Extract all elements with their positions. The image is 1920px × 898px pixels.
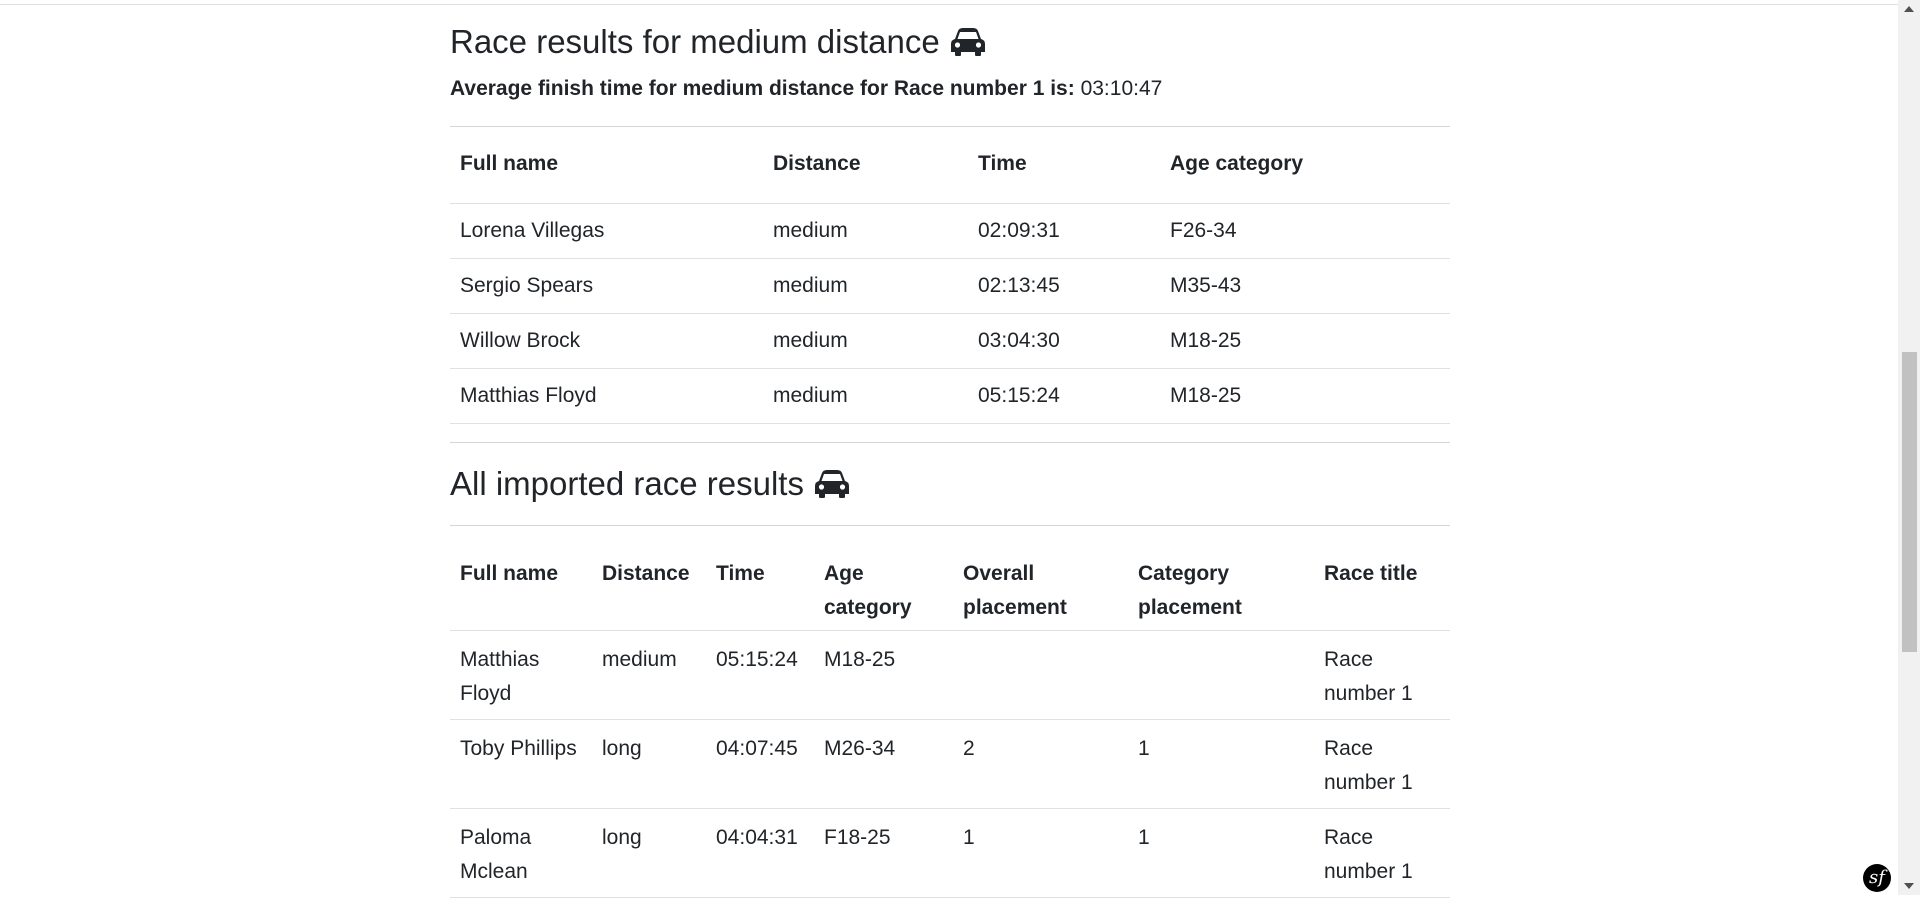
column-header: Distance [763, 127, 968, 204]
column-header: Full name [450, 127, 763, 204]
cell-time: 05:15:24 [706, 630, 814, 720]
table-row: Matthias Floyd medium 05:15:24 M18-25 [450, 368, 1450, 424]
cell-age-category: M18-25 [814, 630, 953, 720]
column-header: Full name [450, 526, 592, 631]
section-title-medium: Race results for medium distance [450, 22, 986, 62]
cell-full-name: Willow Brock [450, 313, 763, 369]
table-header-row: Full name Distance Time Age category [450, 127, 1450, 204]
cell-distance: long [592, 719, 706, 809]
table-row: Matthias Floyd medium 05:15:24 M18-25 Ra… [450, 630, 1450, 720]
car-icon [950, 27, 985, 56]
column-header: Category placement [1128, 526, 1314, 631]
divider [450, 442, 1450, 443]
table-row: Willow Brock medium 03:04:30 M18-25 [450, 313, 1450, 369]
cell-time: 04:07:45 [706, 719, 814, 809]
cell-full-name: Matthias Floyd [450, 630, 592, 720]
column-header: Age category [814, 526, 953, 631]
table-row: Toby Phillips long 04:07:45 M26-34 2 1 R… [450, 719, 1450, 809]
cell-category-placement: 1 [1128, 808, 1314, 898]
cell-time: 02:13:45 [968, 258, 1160, 314]
cell-category-placement: 1 [1128, 719, 1314, 809]
column-header: Age category [1160, 127, 1450, 204]
table-row: Sergio Spears medium 02:13:45 M35-43 [450, 258, 1450, 314]
cell-time: 03:04:30 [968, 313, 1160, 369]
cell-race-title: Race number 1 [1314, 808, 1450, 898]
vertical-scrollbar[interactable] [1898, 0, 1920, 895]
column-header: Overall placement [953, 526, 1128, 631]
cell-age-category: F18-25 [814, 808, 953, 898]
column-header: Distance [592, 526, 706, 631]
column-header: Time [706, 526, 814, 631]
scroll-up-arrow-icon[interactable] [1904, 6, 1914, 12]
scrollbar-thumb[interactable] [1902, 352, 1917, 652]
average-finish-time: Average finish time for medium distance … [450, 77, 1162, 101]
section-title-all-results: All imported race results [450, 464, 850, 504]
cell-distance: medium [763, 368, 968, 424]
cell-full-name: Paloma Mclean [450, 808, 592, 898]
average-value: 03:10:47 [1080, 77, 1163, 100]
cell-full-name: Lorena Villegas [450, 203, 763, 259]
cell-distance: medium [763, 313, 968, 369]
cell-age-category: F26-34 [1160, 203, 1450, 259]
cell-overall-placement [953, 630, 1128, 720]
average-label: Average finish time for medium distance … [450, 77, 1075, 100]
cell-full-name: Toby Phillips [450, 719, 592, 809]
table-row: Lorena Villegas medium 02:09:31 F26-34 [450, 203, 1450, 259]
cell-time: 05:15:24 [968, 368, 1160, 424]
section-title-medium-text: Race results for medium distance [450, 23, 940, 60]
cell-category-placement [1128, 630, 1314, 720]
cell-overall-placement: 2 [953, 719, 1128, 809]
top-divider [0, 4, 1898, 5]
medium-results-table: Full name Distance Time Age category Lor… [450, 127, 1450, 424]
cell-age-category: M18-25 [1160, 368, 1450, 424]
symfony-icon[interactable]: sf [1863, 864, 1891, 892]
cell-distance: medium [592, 630, 706, 720]
cell-age-category: M26-34 [814, 719, 953, 809]
cell-age-category: M35-43 [1160, 258, 1450, 314]
car-icon [814, 469, 849, 498]
cell-full-name: Matthias Floyd [450, 368, 763, 424]
cell-distance: medium [763, 258, 968, 314]
column-header: Race title [1314, 526, 1450, 631]
cell-race-title: Race number 1 [1314, 630, 1450, 720]
cell-time: 04:04:31 [706, 808, 814, 898]
cell-race-title: Race number 1 [1314, 719, 1450, 809]
table-row: Paloma Mclean long 04:04:31 F18-25 1 1 R… [450, 808, 1450, 898]
table-header-row: Full name Distance Time Age category Ove… [450, 526, 1450, 631]
all-results-table: Full name Distance Time Age category Ove… [450, 526, 1450, 898]
section-title-all-results-text: All imported race results [450, 465, 804, 502]
cell-age-category: M18-25 [1160, 313, 1450, 369]
cell-full-name: Sergio Spears [450, 258, 763, 314]
cell-time: 02:09:31 [968, 203, 1160, 259]
cell-distance: long [592, 808, 706, 898]
cell-overall-placement: 1 [953, 808, 1128, 898]
scroll-down-arrow-icon[interactable] [1904, 883, 1914, 889]
cell-distance: medium [763, 203, 968, 259]
column-header: Time [968, 127, 1160, 204]
